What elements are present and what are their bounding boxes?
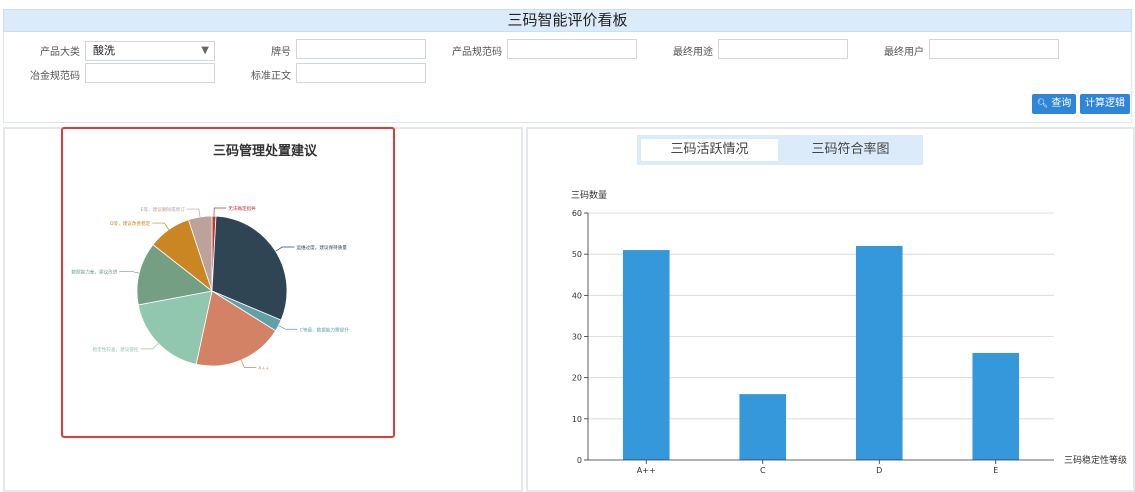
pie-label-line (275, 246, 295, 252)
pie-label-line (278, 325, 298, 330)
pie-slice-label: D等，建议改善稳定 (110, 220, 151, 227)
metallurgy-spec-label: 冶金规范码 (30, 71, 80, 82)
product-category-value: 酸洗 (93, 44, 115, 57)
bar-ylabel: 三码数量 (571, 189, 607, 201)
y-tick-label: 10 (572, 415, 582, 424)
bar-chart: 三码数量 0 10 20 30 40 50 60 A++ C D E 三码稳定性等级 (571, 189, 1127, 475)
query-button[interactable]: 🔍︎ 查询 (1032, 94, 1076, 114)
grade-input[interactable] (296, 39, 426, 59)
end-use-label: 最终用途 (673, 47, 713, 58)
end-user-label: 最终用户 (884, 47, 924, 58)
product-category-label: 产品大类 (40, 47, 80, 58)
bar-xlabel: 三码稳定性等级 (1064, 454, 1127, 466)
y-tick-label: 60 (572, 209, 582, 218)
calc-logic-button[interactable]: 计算逻辑 (1080, 94, 1130, 114)
x-tick-label: D (876, 466, 882, 475)
standard-text-label: 标准正文 (251, 71, 291, 82)
standard-text-input[interactable] (296, 63, 426, 83)
x-tick-label: C (760, 466, 766, 475)
dashboard-title: 三码智能评价看板 (3, 9, 1132, 32)
bar[interactable] (855, 245, 903, 460)
search-icon: 🔍︎ (1036, 99, 1049, 109)
metallurgy-spec-input[interactable] (85, 63, 215, 83)
end-use-input[interactable] (718, 39, 848, 59)
pie-label-line (240, 359, 257, 368)
pie-label-line (140, 343, 159, 350)
bar[interactable] (739, 394, 787, 460)
pie-slice-label: 数据能力差，建议改进 (71, 268, 117, 275)
pie-slice-label: C等级，数据能力需提升 (300, 326, 350, 333)
chevron-down-icon: ▼ (201, 45, 209, 56)
tab-activity[interactable]: 三码活跃情况 (641, 139, 778, 161)
pie-label-line (186, 208, 201, 218)
filter-panel: 产品大类 酸洗 ▼ 牌号 产品规范码 最终用途 最终用户 冶金规范码 标准正文 … (3, 32, 1132, 123)
pie-slice-label: 稳定性较差，建议管控 (93, 346, 139, 353)
pie-label-line (119, 270, 140, 274)
product-spec-label: 产品规范码 (452, 47, 502, 58)
calc-logic-button-label: 计算逻辑 (1085, 98, 1125, 109)
chart-tabs: 三码活跃情况 三码符合率图 (637, 135, 923, 165)
grade-label: 牌号 (271, 47, 291, 58)
pie-slice-label: A++ (258, 365, 269, 371)
pie-label-line (213, 207, 227, 217)
pie-slice-label: 无法确定指导 (228, 205, 256, 212)
pie-slice-label: E等，建议删除或修订 (141, 206, 186, 213)
x-tick-label: E (993, 466, 998, 475)
query-button-label: 查询 (1051, 98, 1072, 109)
end-user-input[interactable] (929, 39, 1059, 59)
pie-chart: 三码管理处置建议 无法确定指导运维过度，建议保持质量 C等级，数据能力需提升 A++… (71, 143, 350, 371)
product-spec-input[interactable] (507, 39, 637, 59)
bar[interactable] (972, 352, 1020, 460)
bar[interactable] (622, 250, 670, 460)
y-tick-label: 50 (572, 250, 582, 259)
product-category-select[interactable]: 酸洗 ▼ (85, 41, 215, 61)
y-tick-label: 0 (577, 456, 582, 465)
x-tick-label: A++ (637, 466, 656, 475)
y-tick-label: 40 (572, 291, 582, 300)
pie-slice-label: 运维过度，建议保持质量 (296, 244, 347, 251)
y-tick-label: 30 (572, 333, 582, 342)
y-tick-label: 20 (572, 374, 582, 383)
pie-title: 三码管理处置建议 (213, 143, 318, 159)
pie-label-line (152, 222, 170, 230)
tab-conformance[interactable]: 三码符合率图 (782, 135, 919, 165)
